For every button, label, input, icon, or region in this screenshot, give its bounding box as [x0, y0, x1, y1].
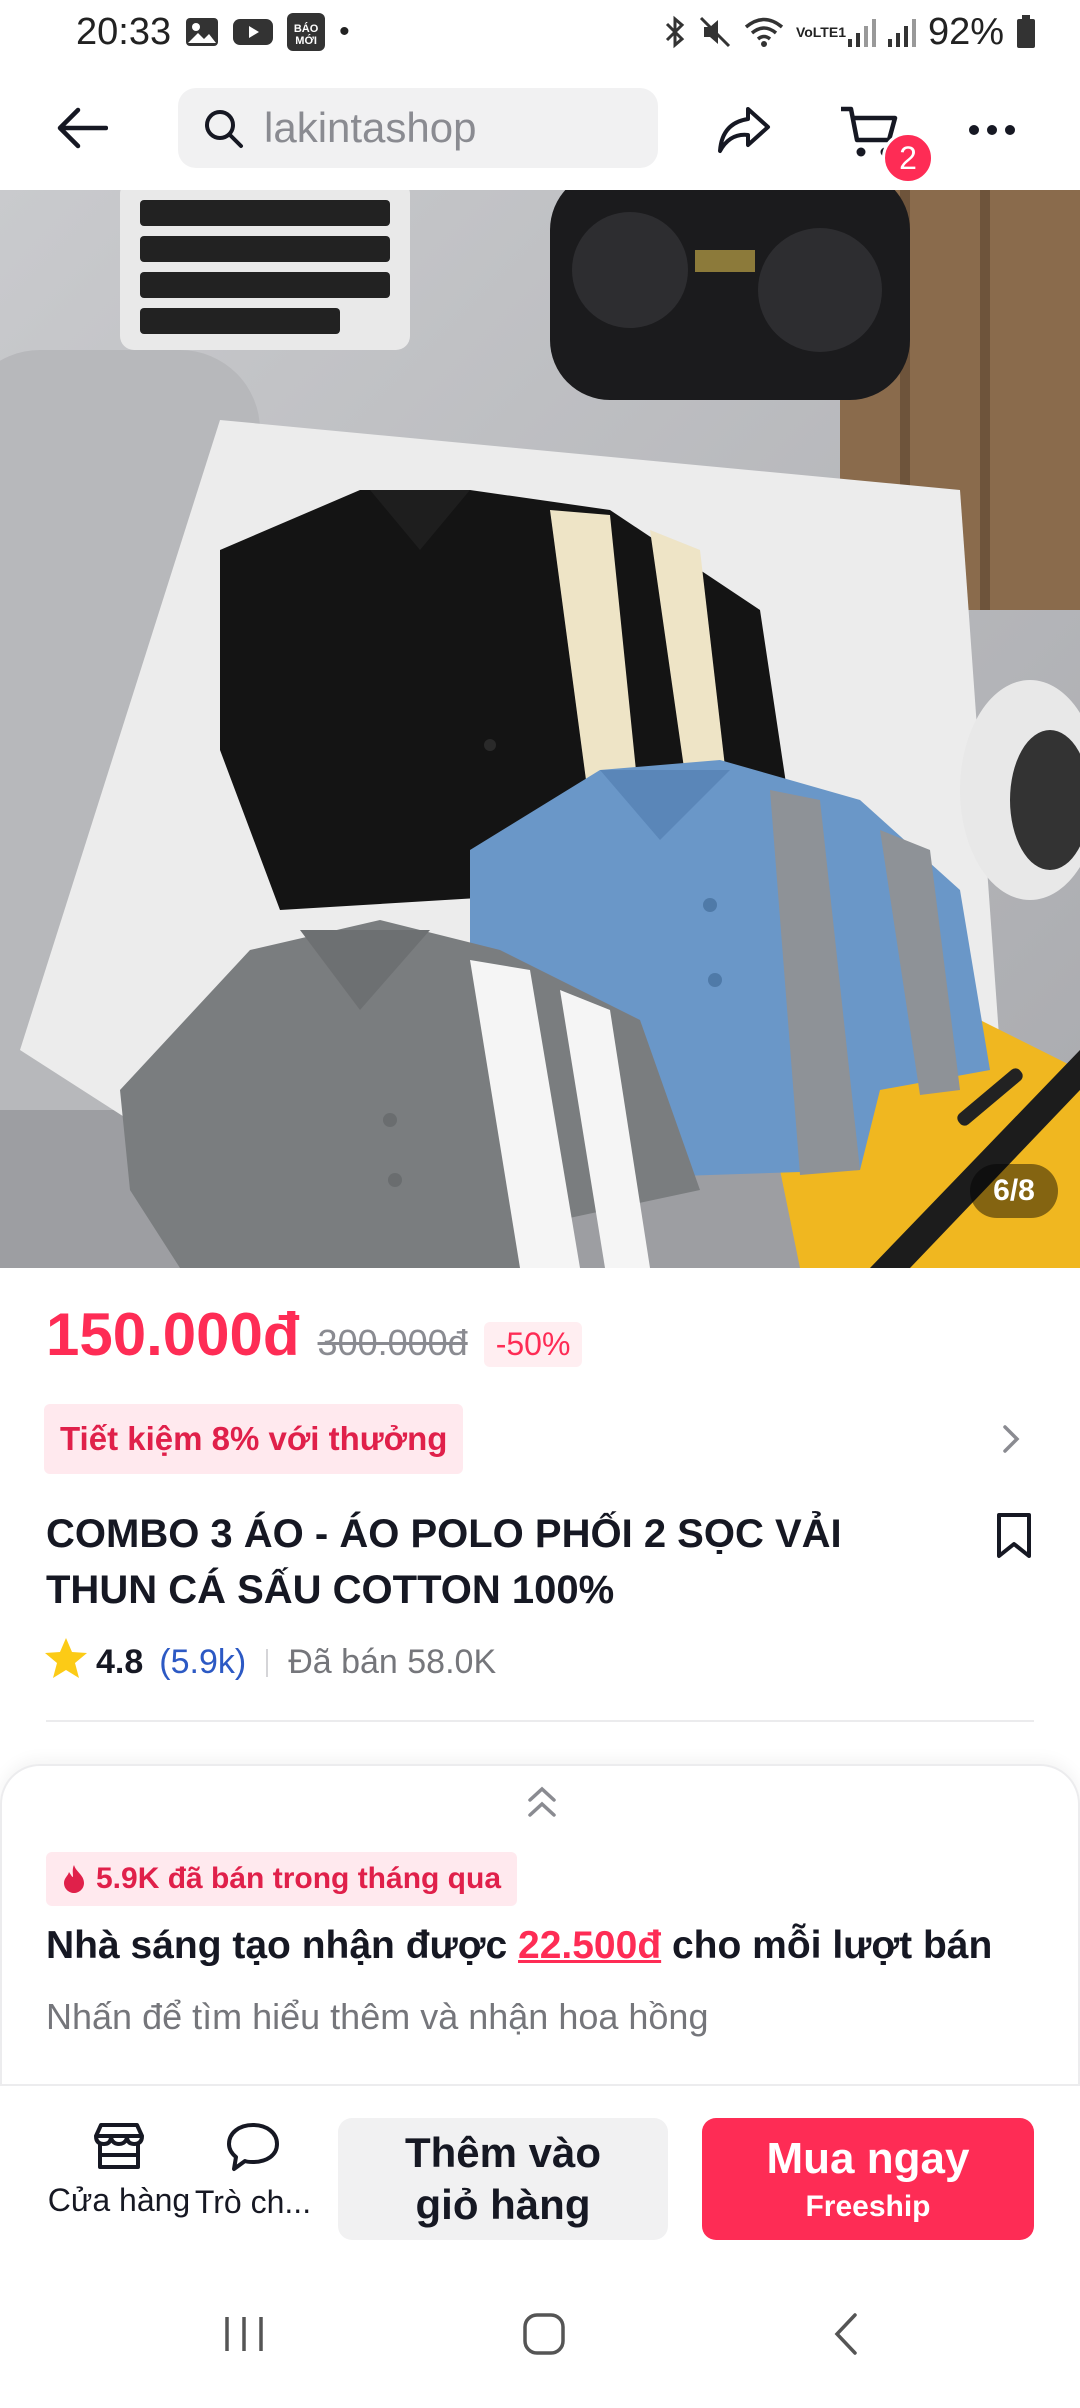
signal-icon-2	[887, 17, 916, 47]
divider	[46, 1720, 1034, 1722]
dot-icon	[969, 125, 979, 135]
baomoi-notification-icon: BÁO MỚI	[287, 13, 326, 51]
search-text: lakintashop	[264, 104, 477, 151]
recent-apps-button[interactable]	[204, 2304, 284, 2364]
price-row: 150.000đ 300.000đ -50%	[46, 1300, 583, 1369]
commission-amount: 22.500đ	[518, 1924, 662, 1967]
home-button[interactable]	[504, 2304, 584, 2364]
chevron-right-icon	[988, 1416, 1034, 1462]
reward-row[interactable]: Tiết kiệm 8% với thưởng	[44, 1404, 1034, 1474]
monthly-sales-text: 5.9K đã bán trong tháng qua	[96, 1862, 502, 1895]
product-image-carousel[interactable]: 6/8	[0, 190, 1080, 1268]
freeship-label: Freeship	[805, 2190, 931, 2223]
affiliate-sheet[interactable]: 5.9K đã bán trong tháng qua Nhà sáng tạo…	[0, 1764, 1080, 2084]
chat-bubble-icon	[227, 2123, 279, 2171]
add-to-cart-label: Thêm vào giỏ hàng	[404, 2129, 602, 2228]
commission-line: Nhà sáng tạo nhận được 22.500đ cho mỗi l…	[46, 1924, 992, 1968]
commission-suffix: cho mỗi lượt bán	[661, 1924, 993, 1967]
search-input[interactable]: lakintashop	[178, 88, 658, 168]
dot-icon	[1005, 125, 1015, 135]
discount-badge: -50%	[483, 1322, 583, 1367]
product-title: COMBO 3 ÁO - ÁO POLO PHỐI 2 SỌC VẢI THUN…	[46, 1512, 842, 1612]
image-counter: 6/8	[970, 1164, 1058, 1218]
product-photo	[0, 190, 1080, 1268]
buy-now-button[interactable]: Mua ngay Freeship	[702, 2118, 1034, 2240]
store-icon	[94, 2123, 144, 2169]
monthly-sales-tag: 5.9K đã bán trong tháng qua	[46, 1852, 518, 1906]
network-label: VoLTE1	[795, 23, 846, 40]
signal-icon-1	[847, 17, 876, 47]
chat-button[interactable]: Trò ch...	[178, 2122, 328, 2221]
rating-row[interactable]: 4.8 (5.9k) Đã bán 58.0K	[44, 1636, 496, 1689]
recent-apps-icon	[225, 2317, 263, 2351]
status-bar: 20:33 BÁO MỚI • VoLTE1 92%	[0, 0, 1080, 64]
arrow-left-icon	[57, 107, 108, 149]
mute-icon	[698, 15, 732, 49]
system-back-button[interactable]	[806, 2304, 886, 2364]
top-nav: lakintashop 2	[0, 64, 1080, 190]
chevron-left-icon	[834, 2313, 857, 2355]
status-time: 20:33	[76, 10, 172, 53]
current-price: 150.000đ	[46, 1301, 300, 1368]
bottom-action-bar: Cửa hàng Trò ch... Thêm vào giỏ hàng Mua…	[0, 2084, 1080, 2260]
home-icon	[523, 2313, 565, 2355]
bookmark-button[interactable]	[994, 1512, 1042, 1568]
more-options-button[interactable]	[960, 98, 1024, 162]
rating-count[interactable]: (5.9k)	[159, 1643, 246, 1682]
share-icon	[718, 107, 770, 153]
system-navigation-bar	[0, 2260, 1080, 2408]
share-button[interactable]	[712, 98, 776, 162]
wifi-icon	[744, 16, 784, 48]
separator	[266, 1648, 269, 1677]
buy-now-label: Mua ngay	[766, 2134, 970, 2183]
baomoi-label: BÁO MỚI	[293, 23, 319, 47]
battery-icon	[1016, 15, 1036, 49]
rating-score: 4.8	[96, 1643, 144, 1681]
original-price: 300.000đ	[317, 1322, 468, 1363]
back-button[interactable]	[52, 98, 112, 158]
bookmark-icon	[997, 1513, 1031, 1558]
status-dot: •	[339, 15, 350, 48]
youtube-notification-icon	[233, 17, 274, 47]
battery-percent: 92%	[927, 10, 1004, 53]
shop-button[interactable]: Cửa hàng	[44, 2122, 194, 2219]
search-icon	[205, 110, 243, 148]
bluetooth-icon	[664, 15, 686, 49]
double-chevron-up-icon	[528, 1786, 556, 1817]
sold-count: Đã bán 58.0K	[288, 1643, 497, 1681]
gallery-notification-icon	[185, 17, 219, 47]
reward-tag: Tiết kiệm 8% với thưởng	[44, 1404, 464, 1474]
commission-subtitle: Nhấn để tìm hiểu thêm và nhận hoa hồng	[46, 1996, 709, 2037]
commission-prefix: Nhà sáng tạo nhận được	[46, 1924, 519, 1967]
add-to-cart-button[interactable]: Thêm vào giỏ hàng	[338, 2118, 668, 2240]
star-icon	[44, 1636, 88, 1689]
shop-label: Cửa hàng	[47, 2182, 191, 2218]
expand-sheet-button[interactable]	[518, 1782, 566, 1822]
chat-label: Trò ch...	[194, 2184, 312, 2220]
dot-icon	[987, 125, 997, 135]
cart-count-badge: 2	[882, 132, 934, 184]
fire-icon	[64, 1865, 84, 1893]
